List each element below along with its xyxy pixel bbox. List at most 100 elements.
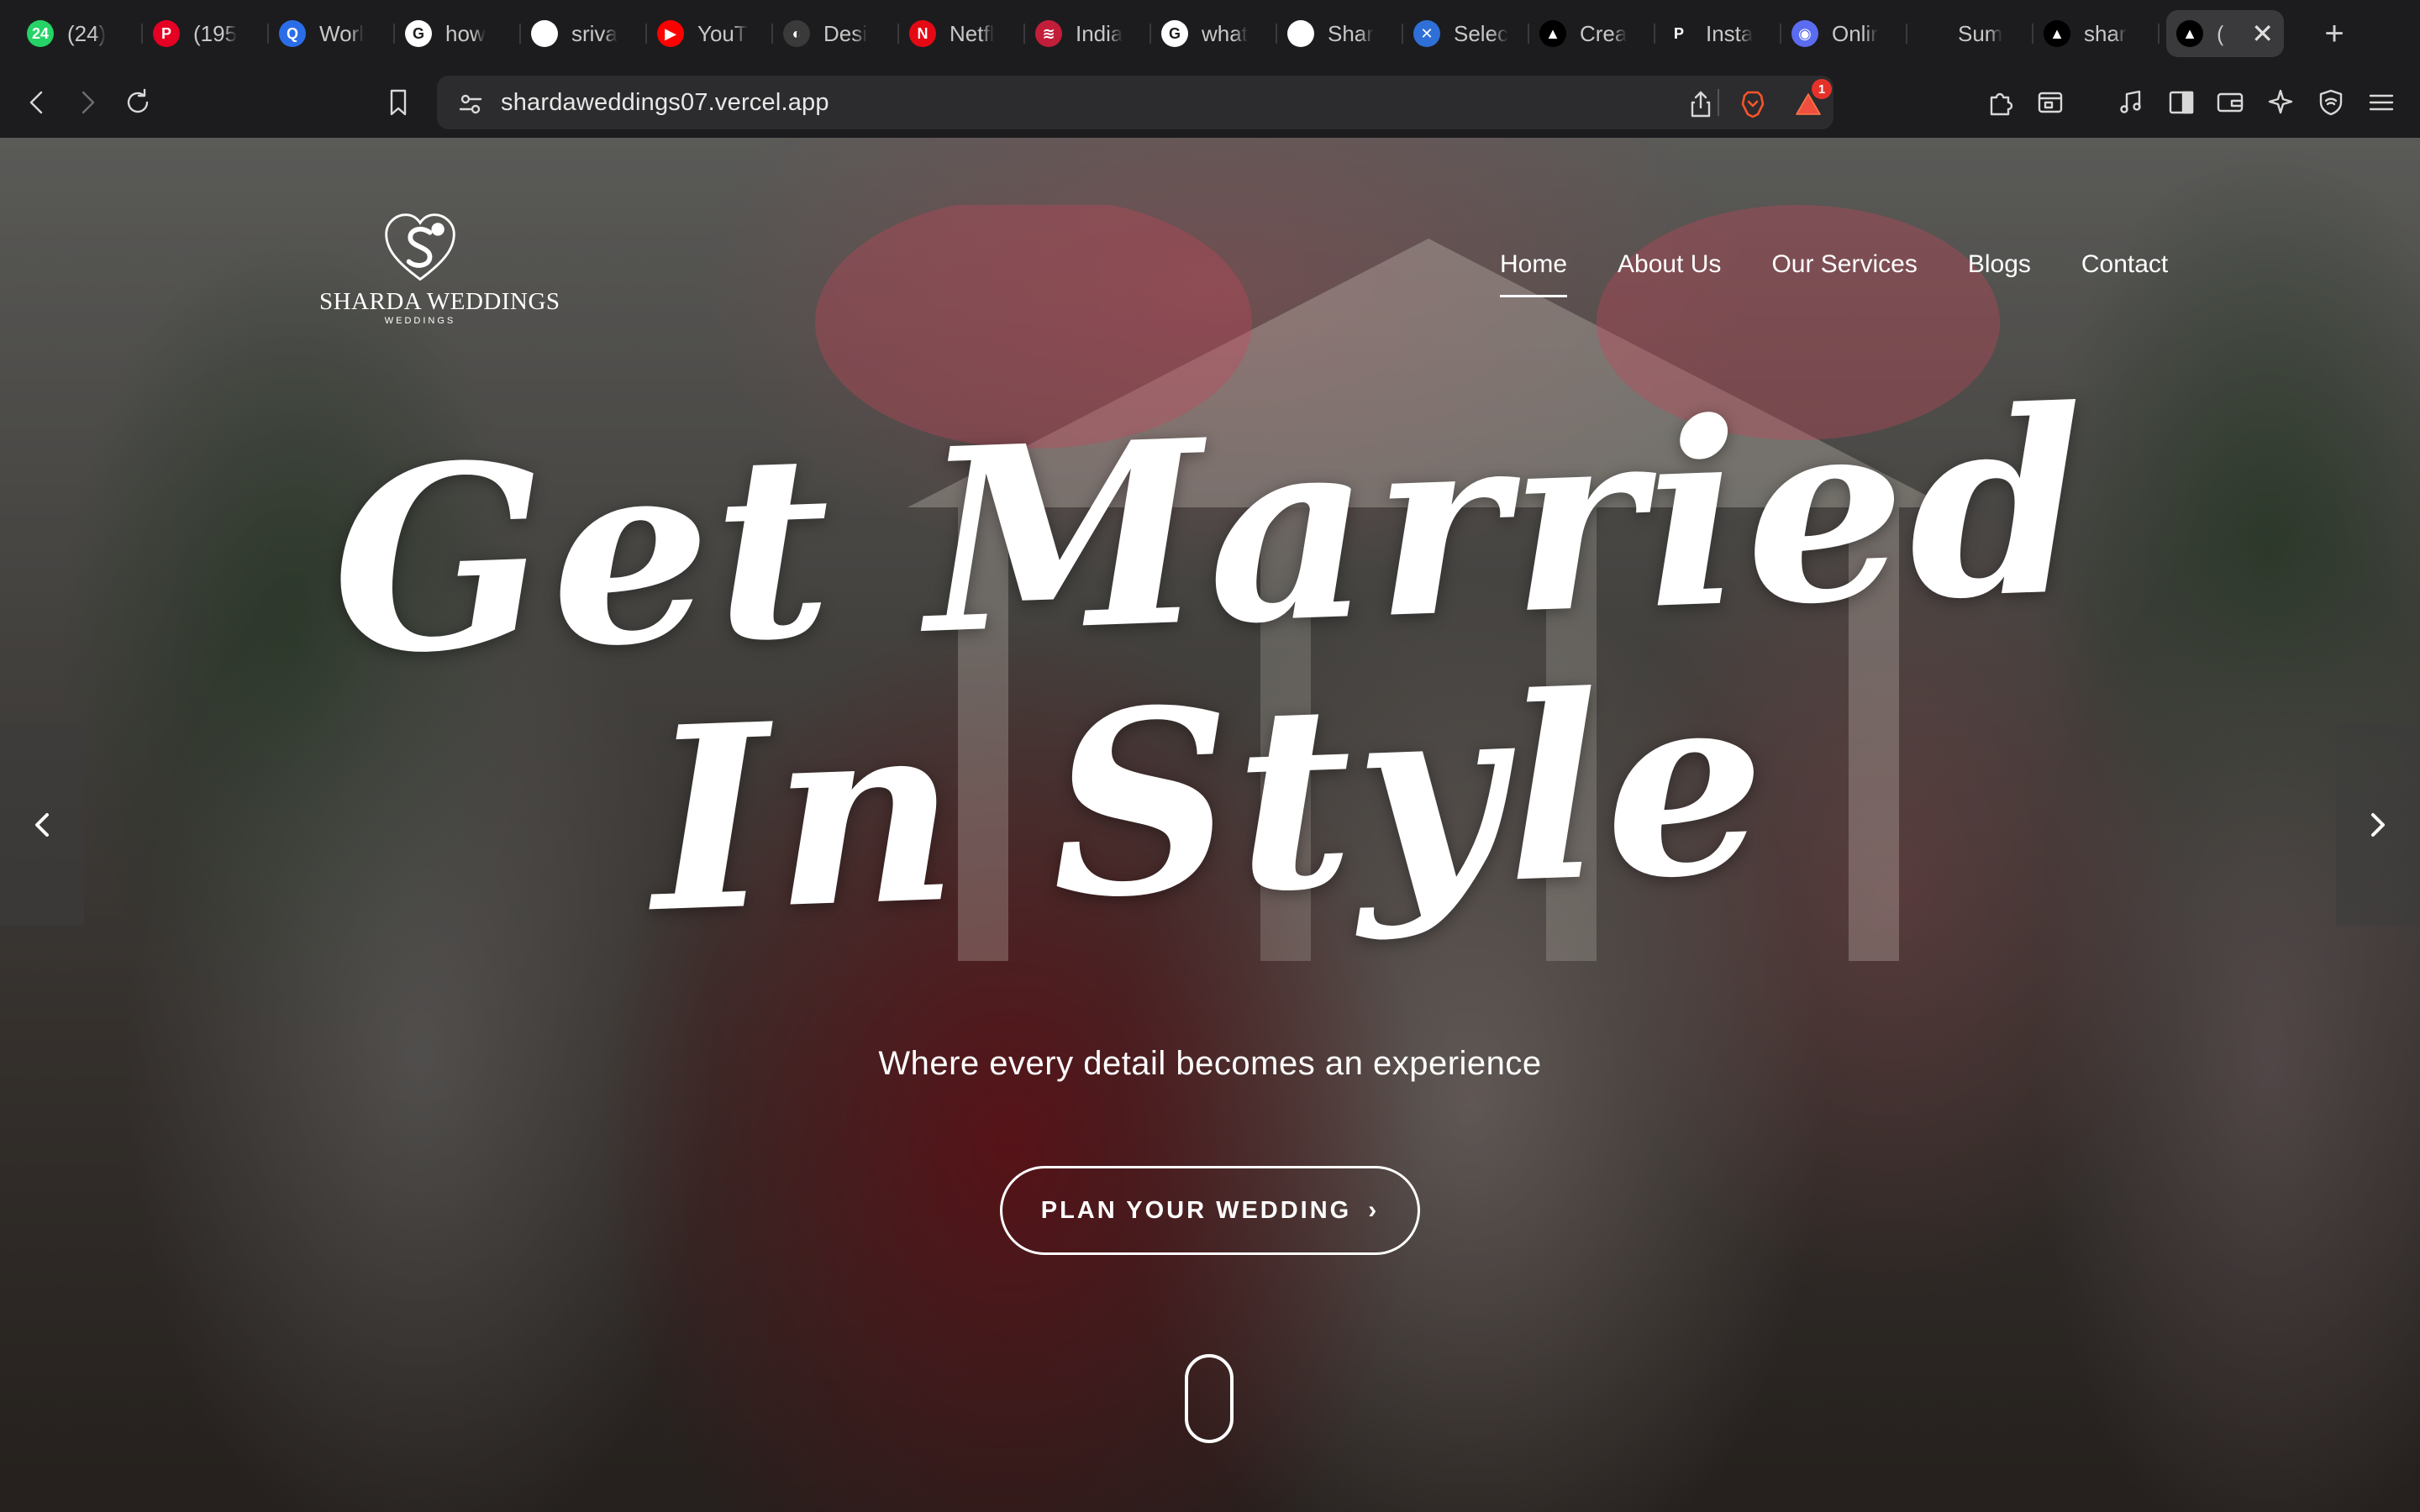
- wallet-icon: [2217, 92, 2244, 113]
- browser-tab[interactable]: ◉ Onlir: [1781, 10, 1907, 57]
- nav-contact[interactable]: Contact: [2081, 250, 2168, 279]
- share-icon: [1691, 91, 1711, 118]
- vercel-icon: ▲: [1539, 20, 1566, 47]
- insta-icon: P: [1665, 20, 1692, 47]
- plan-your-wedding-button[interactable]: PLAN YOUR WEDDING ›: [1000, 1166, 1420, 1255]
- leo-ai-button[interactable]: [2259, 81, 2302, 124]
- browser-tab[interactable]: P (195: [143, 10, 269, 57]
- blank-icon: [1918, 20, 1944, 47]
- nav-home[interactable]: Home: [1500, 250, 1568, 297]
- forward-button[interactable]: [66, 81, 109, 124]
- browser-tab[interactable]: sriva: [521, 10, 647, 57]
- puzzle-icon: [1990, 92, 2013, 116]
- browser-tab-label: Onlir: [1832, 20, 1878, 46]
- browser-tab-label: (195: [193, 20, 238, 46]
- reload-button[interactable]: [116, 81, 160, 124]
- site-logo[interactable]: SHARDA WEDDINGS WEDDINGS: [319, 208, 560, 326]
- screenshot-button[interactable]: [2028, 81, 2072, 124]
- browser-toolbar: shardaweddings07.vercel.app 1: [0, 67, 2420, 138]
- sparkle-icon: [2268, 89, 2293, 114]
- browser-tab-label: Worl: [319, 20, 364, 46]
- nav-about-us[interactable]: About Us: [1618, 250, 1721, 279]
- india-icon: ≋: [1035, 20, 1062, 47]
- google-icon: G: [1161, 20, 1188, 47]
- whatsapp-icon: 24: [27, 20, 54, 47]
- chevron-right-icon: [2371, 813, 2385, 837]
- hamburger-icon: [2369, 94, 2394, 111]
- new-tab-button[interactable]: +: [2314, 15, 2354, 53]
- nav-our-services[interactable]: Our Services: [1771, 250, 1917, 279]
- browser-tab-label: Sum: [1958, 20, 2003, 46]
- slider-next-button[interactable]: [2336, 724, 2420, 926]
- browser-tab[interactable]: ▲ Crea: [1529, 10, 1655, 57]
- vercel-icon: ▲: [2044, 20, 2070, 47]
- wallet-button[interactable]: [2208, 81, 2252, 124]
- browser-tab-strip: 24 (24) P (195 Q Worl Ghow sriva ▶ YouT ◐ Desi N Netf…: [0, 0, 2420, 67]
- media-button[interactable]: [2109, 81, 2153, 124]
- netflix-icon: N: [909, 20, 936, 47]
- browser-tab[interactable]: ▲ shar: [2033, 10, 2160, 57]
- share-button[interactable]: [1679, 82, 1723, 126]
- browser-tab-label: Desi: [823, 20, 868, 46]
- hero-section: SHARDA WEDDINGS WEDDINGS Home About Us O…: [0, 138, 2420, 1512]
- url-text[interactable]: shardaweddings07.vercel.app: [501, 89, 829, 117]
- browser-tab[interactable]: ≋ India: [1025, 10, 1151, 57]
- omnibox-divider: [1718, 89, 1719, 116]
- design-icon: ◐: [783, 20, 810, 47]
- back-button[interactable]: [15, 81, 59, 124]
- sidebar-icon: [2169, 91, 2194, 114]
- sidebar-button[interactable]: [2160, 81, 2203, 124]
- browser-tab-label: (: [2217, 20, 2224, 46]
- address-bar[interactable]: shardaweddings07.vercel.app 1: [437, 76, 1833, 129]
- shields-count-badge: 1: [1812, 79, 1832, 99]
- chevron-right-icon: ›: [1368, 1196, 1380, 1224]
- browser-tab[interactable]: Ghow: [395, 10, 521, 57]
- github-icon: [1287, 20, 1314, 47]
- zoho-icon: ✕: [1413, 20, 1440, 47]
- browser-tab[interactable]: Sum: [1907, 10, 2033, 57]
- music-note-icon: [2120, 90, 2141, 113]
- site-settings-button[interactable]: [449, 82, 492, 126]
- vercel-icon: ▲: [2176, 20, 2203, 47]
- browser-tab[interactable]: Gwhat: [1151, 10, 1277, 57]
- browser-tab-label: YouT: [697, 20, 748, 46]
- github-icon: [531, 20, 558, 47]
- vpn-button[interactable]: [2309, 81, 2353, 124]
- close-tab-icon[interactable]: ✕: [2251, 18, 2274, 50]
- chevron-left-icon: [35, 813, 49, 837]
- arrow-left-icon: [29, 91, 43, 114]
- menu-button[interactable]: [2360, 81, 2403, 124]
- browser-tab[interactable]: Q Worl: [269, 10, 395, 57]
- browser-tab-label: India: [1076, 20, 1123, 46]
- shield-icon: [2319, 89, 2343, 116]
- browser-tab-label: how: [445, 20, 486, 46]
- browser-tab-label: Selec: [1454, 20, 1509, 46]
- google-icon: G: [405, 20, 432, 47]
- slider-prev-button[interactable]: [0, 724, 84, 926]
- cta-label: PLAN YOUR WEDDING: [1040, 1196, 1352, 1224]
- nav-blogs[interactable]: Blogs: [1968, 250, 2031, 279]
- extensions-button[interactable]: [1978, 81, 2022, 124]
- bookmark-button[interactable]: [376, 81, 420, 124]
- browser-tab[interactable]: ◐ Desi: [773, 10, 899, 57]
- search-icon: Q: [279, 20, 306, 47]
- browser-tab-label: shar: [2084, 20, 2127, 46]
- browser-tab-label: Shar: [1328, 20, 1374, 46]
- brave-shields-button[interactable]: [1731, 82, 1775, 126]
- browser-tab-label: Insta: [1706, 20, 1754, 46]
- browser-tab[interactable]: P Insta: [1655, 10, 1781, 57]
- browser-tab-label: Netfl: [950, 20, 995, 46]
- browser-tab[interactable]: N Netfl: [899, 10, 1025, 57]
- browser-tab[interactable]: Shar: [1277, 10, 1403, 57]
- browser-tab[interactable]: ✕ Selec: [1403, 10, 1529, 57]
- browser-tab[interactable]: ▶ YouT: [647, 10, 773, 57]
- browser-tab-label: sriva: [571, 20, 618, 46]
- browser-tab-active[interactable]: ▲ ( ✕: [2166, 10, 2284, 57]
- scroll-indicator-icon[interactable]: [1185, 1354, 1234, 1443]
- reload-icon: [127, 88, 149, 113]
- bookmark-icon: [390, 89, 407, 116]
- browser-tab-label: (24): [67, 20, 107, 46]
- pinterest-icon: P: [153, 20, 180, 47]
- browser-tab[interactable]: 24 (24): [17, 10, 143, 57]
- browser-tab-label: what: [1202, 20, 1248, 46]
